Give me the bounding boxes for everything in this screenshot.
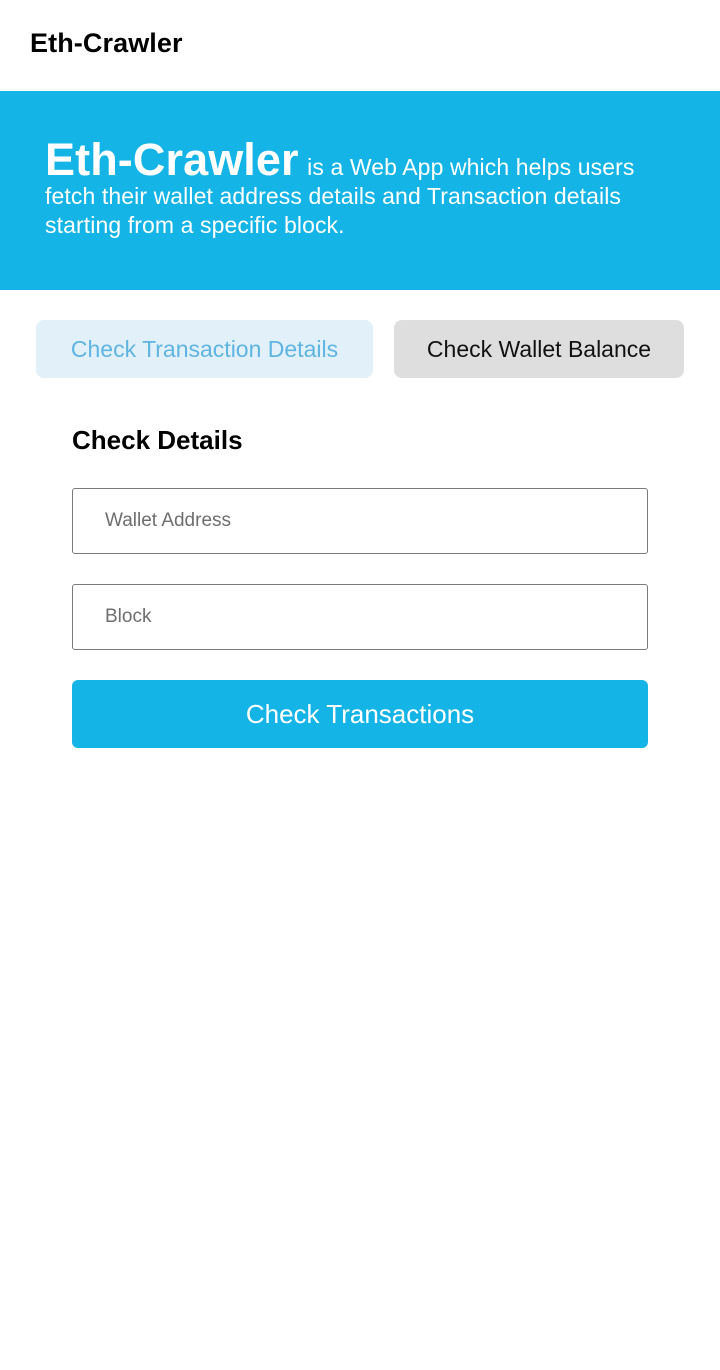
block-input[interactable] bbox=[72, 584, 648, 650]
app-brand[interactable]: Eth-Crawler bbox=[30, 28, 183, 59]
tab-check-transaction-details[interactable]: Check Transaction Details bbox=[36, 320, 373, 378]
check-details-form: Check Details Check Transactions bbox=[0, 378, 720, 748]
form-title: Check Details bbox=[72, 425, 243, 455]
tab-check-wallet-balance[interactable]: Check Wallet Balance bbox=[394, 320, 684, 378]
wallet-address-input[interactable] bbox=[72, 488, 648, 554]
top-bar: Eth-Crawler bbox=[0, 0, 720, 91]
hero-text: Eth-Crawler is a Web App which helps use… bbox=[45, 137, 675, 240]
hero-title: Eth-Crawler bbox=[45, 134, 299, 185]
hero-banner: Eth-Crawler is a Web App which helps use… bbox=[0, 91, 720, 290]
tab-bar: Check Transaction Details Check Wallet B… bbox=[0, 290, 720, 378]
check-transactions-button[interactable]: Check Transactions bbox=[72, 680, 648, 748]
